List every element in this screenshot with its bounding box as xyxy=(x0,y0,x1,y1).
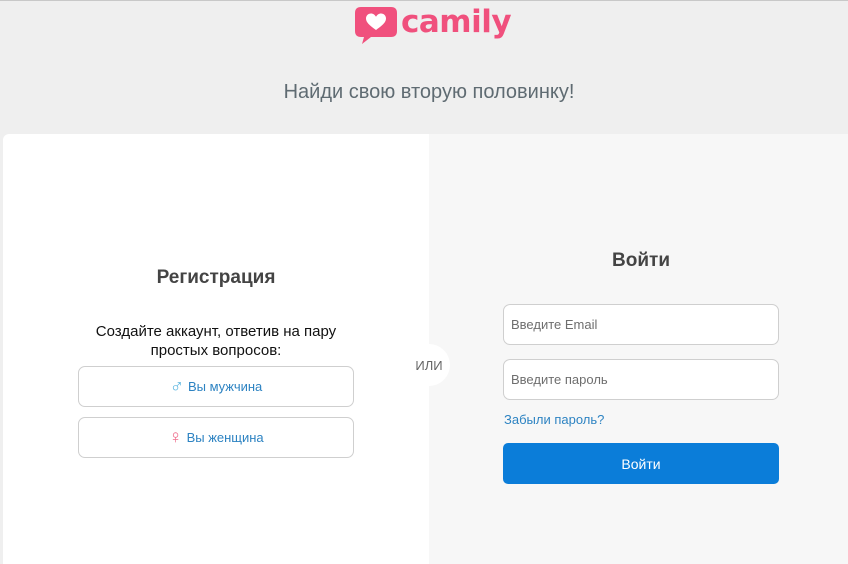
female-label: Вы женщина xyxy=(186,430,264,445)
female-button[interactable]: ♀ Вы женщина xyxy=(78,417,354,458)
or-divider: ИЛИ xyxy=(408,344,450,386)
login-button[interactable]: Войти xyxy=(503,443,779,484)
login-title: Войти xyxy=(612,250,670,271)
logo[interactable]: camily xyxy=(355,4,512,49)
registration-description: Создайте аккаунт, ответив на пару просты… xyxy=(95,323,337,359)
tagline: Найди свою вторую половинку! xyxy=(283,81,575,103)
login-panel xyxy=(429,134,848,564)
female-icon: ♀ xyxy=(168,427,183,448)
male-icon: ♂ xyxy=(169,376,184,397)
heart-chat-icon xyxy=(355,7,397,44)
male-label: Вы мужчина xyxy=(187,379,263,394)
male-button[interactable]: ♂ Вы мужчина xyxy=(78,366,354,407)
password-input[interactable] xyxy=(503,359,779,400)
registration-title: Регистрация xyxy=(156,267,276,288)
email-input[interactable] xyxy=(503,304,779,345)
top-border xyxy=(0,0,848,1)
forgot-password-link[interactable]: Забыли пароль? xyxy=(504,412,604,427)
logo-text: camily xyxy=(401,4,512,40)
